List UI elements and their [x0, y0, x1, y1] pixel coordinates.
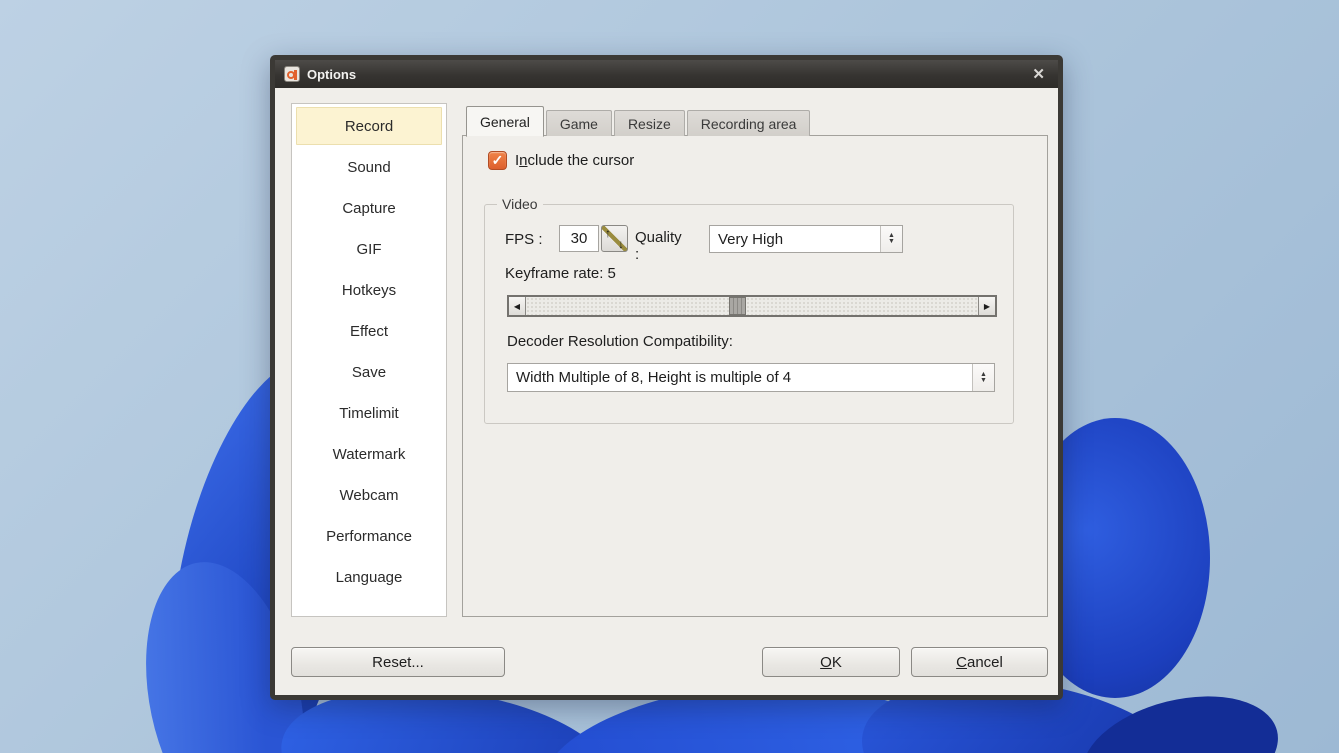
- quality-label: Quality :: [635, 229, 682, 263]
- fps-input[interactable]: 30: [559, 225, 599, 252]
- options-dialog: Options ✕ Record Sound Capture GIF Hotke…: [270, 55, 1063, 700]
- general-tab-panel: ✓ Include the cursor Video FPS : 30 ↑ ↓ …: [462, 135, 1048, 617]
- sidebar-item-watermark[interactable]: Watermark: [296, 435, 442, 473]
- video-group-label: Video: [497, 196, 543, 212]
- decoder-compat-label: Decoder Resolution Compatibility:: [507, 333, 733, 350]
- sidebar-item-timelimit[interactable]: Timelimit: [296, 394, 442, 432]
- sidebar-item-language[interactable]: Language: [296, 558, 442, 596]
- keyframe-slider-track[interactable]: [526, 297, 978, 315]
- tab-resize[interactable]: Resize: [614, 110, 685, 136]
- window-title: Options: [307, 67, 356, 82]
- tab-game[interactable]: Game: [546, 110, 612, 136]
- decoder-compat-select[interactable]: Width Multiple of 8, Height is multiple …: [507, 363, 995, 392]
- quality-spinner[interactable]: ▲ ▼: [880, 226, 902, 252]
- include-cursor-label: Include the cursor: [515, 152, 634, 169]
- close-icon[interactable]: ✕: [1028, 65, 1049, 84]
- quality-value: Very High: [710, 231, 880, 248]
- dialog-client: Record Sound Capture GIF Hotkeys Effect …: [275, 88, 1058, 695]
- keyframe-slider[interactable]: ◀ ▶: [507, 295, 997, 317]
- include-cursor-checkbox[interactable]: ✓: [488, 151, 507, 170]
- category-list: Record Sound Capture GIF Hotkeys Effect …: [291, 103, 447, 617]
- sidebar-item-sound[interactable]: Sound: [296, 148, 442, 186]
- decoder-compat-value: Width Multiple of 8, Height is multiple …: [508, 369, 972, 386]
- decoder-spinner[interactable]: ▲ ▼: [972, 364, 994, 391]
- fps-label: FPS :: [505, 231, 543, 248]
- quality-select[interactable]: Very High ▲ ▼: [709, 225, 903, 253]
- titlebar[interactable]: Options ✕: [275, 60, 1058, 88]
- fps-spinner[interactable]: ↑ ↓: [601, 225, 628, 252]
- tab-general[interactable]: General: [466, 106, 544, 137]
- sidebar-item-gif[interactable]: GIF: [296, 230, 442, 268]
- sidebar-item-capture[interactable]: Capture: [296, 189, 442, 227]
- sidebar-item-hotkeys[interactable]: Hotkeys: [296, 271, 442, 309]
- spin-down-icon[interactable]: ↓: [618, 237, 624, 251]
- keyframe-slider-thumb[interactable]: [729, 297, 746, 315]
- fps-quality-row: FPS : 30 ↑ ↓ Quality : Very High ▲ ▼: [505, 225, 543, 253]
- check-icon: ✓: [492, 152, 504, 169]
- sidebar-item-effect[interactable]: Effect: [296, 312, 442, 350]
- spin-down-icon: ▼: [980, 378, 987, 384]
- include-cursor-row: ✓ Include the cursor: [488, 151, 634, 170]
- video-groupbox: Video FPS : 30 ↑ ↓ Quality : Very High ▲…: [484, 204, 1014, 424]
- spin-up-icon[interactable]: ↑: [605, 226, 611, 240]
- sidebar-item-record[interactable]: Record: [296, 107, 442, 145]
- tab-bar: General Game Resize Recording area: [466, 105, 812, 136]
- slider-left-arrow-icon[interactable]: ◀: [509, 297, 526, 315]
- tab-recording-area[interactable]: Recording area: [687, 110, 811, 136]
- sidebar-item-webcam[interactable]: Webcam: [296, 476, 442, 514]
- sidebar-item-save[interactable]: Save: [296, 353, 442, 391]
- reset-button[interactable]: Reset...: [291, 647, 505, 677]
- app-icon: [284, 66, 300, 82]
- sidebar-item-performance[interactable]: Performance: [296, 517, 442, 555]
- spin-down-icon: ▼: [888, 239, 895, 245]
- keyframe-rate-label: Keyframe rate: 5: [505, 265, 616, 282]
- cancel-button[interactable]: Cancel: [911, 647, 1048, 677]
- ok-button[interactable]: OK: [762, 647, 900, 677]
- slider-right-arrow-icon[interactable]: ▶: [978, 297, 995, 315]
